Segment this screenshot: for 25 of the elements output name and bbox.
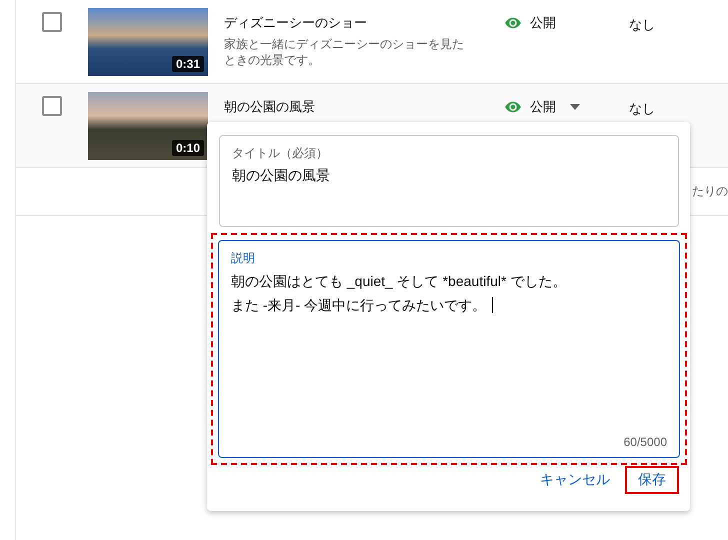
caret-icon[interactable] <box>570 104 580 110</box>
title-field[interactable]: タイトル（必須） 朝の公園の風景 <box>219 135 679 227</box>
save-button[interactable]: 保存 <box>627 468 677 492</box>
checkbox[interactable] <box>42 12 62 32</box>
restrictions-label: なし <box>629 16 655 34</box>
character-counter: 60/5000 <box>624 435 667 449</box>
visibility-label: 公開 <box>530 14 556 32</box>
video-title[interactable]: ディズニーシーのショー <box>224 14 504 32</box>
title-input[interactable]: 朝の公園の風景 <box>232 168 666 184</box>
checkbox[interactable] <box>42 96 62 116</box>
description-text-line: また -来月- 今週中に行ってみたいです。 <box>231 293 494 317</box>
video-title[interactable]: 朝の公園の風景 <box>224 98 504 116</box>
visibility-label: 公開 <box>530 98 556 116</box>
footer-text: たりの <box>692 183 728 200</box>
field-label: 説明 <box>231 250 256 267</box>
restrictions-label: なし <box>629 100 655 118</box>
field-label: タイトル（必須） <box>232 145 329 162</box>
video-description: 家族と一緒にディズニーシーのショーを見たときの光景です。 <box>224 36 465 68</box>
duration-badge: 0:31 <box>172 56 204 72</box>
cancel-button[interactable]: キャンセル <box>529 468 621 492</box>
video-thumbnail[interactable]: 0:31 <box>88 8 208 76</box>
description-field[interactable]: 説明 朝の公園はとても _quiet_ そして *beautiful* でした。 また -来月- 今週中に行ってみたいです。 60/5000 <box>218 240 680 458</box>
video-thumbnail[interactable]: 0:10 <box>88 92 208 160</box>
duration-badge: 0:10 <box>172 140 204 156</box>
description-text-line: 朝の公園はとても _quiet_ そして *beautiful* でした。 <box>231 272 566 291</box>
